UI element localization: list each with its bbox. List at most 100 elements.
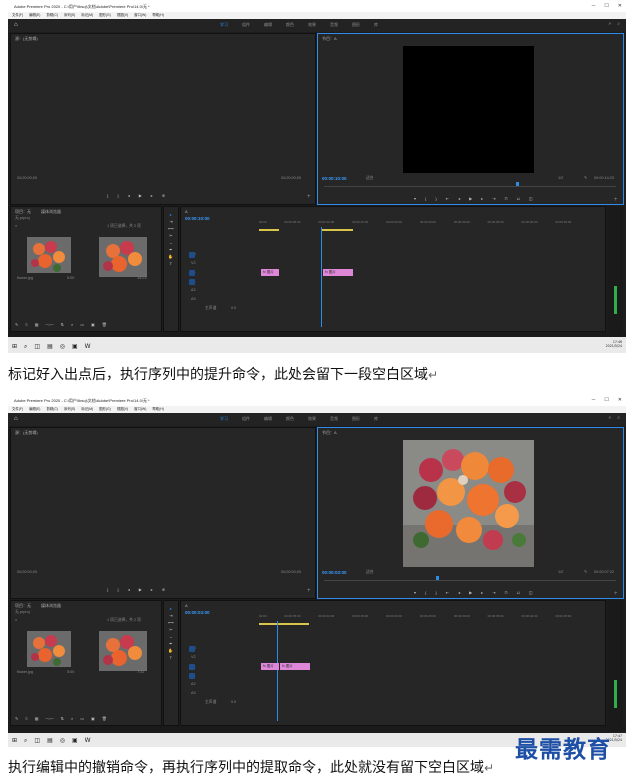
program-fit-select[interactable]: 适合 — [366, 176, 374, 181]
track-toggle[interactable] — [189, 646, 195, 652]
program-resolution-select[interactable]: 1/2 — [558, 176, 563, 181]
mark-out-icon[interactable]: } — [117, 194, 118, 198]
menu-graphics[interactable]: 图形(G) — [99, 407, 111, 411]
menu-window[interactable]: 窗口(W) — [134, 407, 146, 411]
mark-in-icon[interactable]: { — [425, 591, 426, 595]
media-browser-tab[interactable]: 媒体浏览器 — [41, 604, 61, 608]
windows-start-icon[interactable]: ⊞ — [12, 343, 17, 351]
lift-icon[interactable]: ⊓ — [505, 197, 508, 201]
maximize-icon[interactable]: ☐ — [604, 398, 608, 403]
menu-window[interactable]: 窗口(W) — [134, 13, 146, 17]
wrench-icon[interactable]: ✎ — [584, 570, 587, 575]
track-toggle[interactable] — [189, 664, 195, 670]
work-area-bar[interactable] — [321, 229, 353, 231]
search-icon[interactable]: ⌕ — [24, 343, 27, 351]
tab-libraries[interactable]: 库 — [374, 417, 378, 421]
new-item-icon[interactable]: ▣ — [91, 717, 95, 721]
timeline-sequence-tab[interactable]: A — [185, 604, 188, 608]
marker-icon[interactable]: ▾ — [414, 197, 416, 201]
home-icon[interactable]: ⌂ — [14, 22, 18, 28]
track-toggle[interactable] — [189, 252, 195, 258]
windows-start-icon[interactable]: ⊞ — [12, 737, 17, 745]
razor-icon[interactable]: ✂ — [169, 234, 172, 238]
menu-sequence[interactable]: 序列(S) — [64, 13, 75, 17]
program-resolution-select[interactable]: 1/2 — [558, 570, 563, 575]
master-volume[interactable]: 0.0 — [231, 700, 236, 705]
mark-out-icon[interactable]: } — [435, 197, 436, 201]
extract-icon[interactable]: ⊔ — [517, 197, 520, 201]
go-in-icon[interactable]: ⇤ — [446, 591, 449, 595]
menu-sequence[interactable]: 序列(S) — [64, 407, 75, 411]
selection-tool-icon[interactable]: ▸ — [170, 607, 172, 611]
search-icon[interactable]: ⌕ — [15, 224, 17, 229]
new-bin-icon[interactable]: ▭ — [80, 323, 84, 327]
add-button-icon[interactable]: + — [307, 588, 311, 594]
program-timecode[interactable]: 00:00:10:00 — [322, 176, 347, 182]
play-icon[interactable]: ▶ — [469, 197, 472, 201]
track-toggle[interactable] — [189, 270, 195, 276]
bin-thumb-sequence[interactable] — [99, 237, 147, 277]
list-view-icon[interactable]: ≡ — [25, 323, 27, 327]
home-icon[interactable]: ⌂ — [14, 416, 18, 422]
playhead[interactable] — [321, 227, 322, 327]
wrench-icon[interactable]: ✎ — [584, 176, 587, 181]
task-view-icon[interactable]: ◫ — [34, 737, 40, 745]
pen-icon[interactable]: ✒ — [169, 248, 172, 252]
timeline-sequence-tab[interactable]: A — [185, 210, 188, 214]
insert-icon[interactable]: ⊕ — [162, 194, 165, 198]
tab-editing[interactable]: 编辑 — [264, 417, 272, 421]
zoom-slider[interactable]: ─○─ — [45, 717, 53, 721]
tab-learn[interactable]: 学习 — [220, 417, 228, 421]
timeline-clip[interactable]: fx 图片 — [261, 269, 279, 276]
work-area-bar[interactable] — [259, 229, 279, 231]
bin-thumb-flower[interactable] — [27, 631, 71, 667]
go-in-icon[interactable]: ⇤ — [446, 197, 449, 201]
insert-icon[interactable]: ⊕ — [162, 588, 165, 592]
add-button-icon[interactable]: + — [614, 591, 618, 597]
step-forward-icon[interactable]: ▸ — [481, 591, 483, 595]
tab-audio[interactable]: 音频 — [330, 417, 338, 421]
export-frame-icon[interactable]: ◫ — [529, 197, 533, 201]
track-select-icon[interactable]: ⇥ — [169, 220, 172, 224]
icon-view-icon[interactable]: ▦ — [35, 323, 39, 327]
program-scrubber[interactable] — [324, 186, 616, 187]
play-icon[interactable]: ▶ — [469, 591, 472, 595]
menu-clip[interactable]: 剪辑(C) — [46, 407, 58, 411]
mark-in-icon[interactable]: { — [425, 197, 426, 201]
menu-view[interactable]: 视图(V) — [117, 13, 128, 17]
mark-in-icon[interactable]: { — [107, 588, 108, 592]
find-icon[interactable]: ⌕ — [71, 323, 73, 327]
menu-clip[interactable]: 剪辑(C) — [46, 13, 58, 17]
add-button-icon[interactable]: + — [307, 194, 311, 200]
search-icon[interactable]: ⌕ — [24, 737, 27, 745]
step-back-icon[interactable]: ◂ — [458, 591, 460, 595]
tab-assembly[interactable]: 组件 — [242, 417, 250, 421]
program-fit-select[interactable]: 适合 — [366, 570, 374, 575]
menu-help[interactable]: 帮助(H) — [152, 13, 164, 17]
menu-view[interactable]: 视图(V) — [117, 407, 128, 411]
list-view-icon[interactable]: ≡ — [25, 717, 27, 721]
find-icon[interactable]: ⌕ — [71, 717, 73, 721]
folder-icon[interactable]: ▤ — [47, 343, 53, 351]
tab-learn[interactable]: 学习 — [220, 23, 228, 27]
workspace-menu-icon[interactable]: » — [608, 416, 611, 421]
work-area-bar[interactable] — [259, 623, 309, 625]
slip-icon[interactable]: ↔ — [169, 241, 173, 245]
pencil-icon[interactable]: ✎ — [15, 323, 18, 327]
menu-graphics[interactable]: 图形(G) — [99, 13, 111, 17]
extract-icon[interactable]: ⊔ — [517, 591, 520, 595]
step-back-icon[interactable]: ◂ — [128, 194, 130, 198]
menu-file[interactable]: 文件(F) — [12, 13, 23, 17]
mark-in-icon[interactable]: { — [107, 194, 108, 198]
new-item-icon[interactable]: ▣ — [91, 323, 95, 327]
tab-assembly[interactable]: 组件 — [242, 23, 250, 27]
tab-effects[interactable]: 效果 — [308, 23, 316, 27]
timeline-clip[interactable]: fx 图片 — [280, 663, 310, 670]
pen-icon[interactable]: ✒ — [169, 642, 172, 646]
tab-color[interactable]: 颜色 — [286, 23, 294, 27]
task-view-icon[interactable]: ◫ — [34, 343, 40, 351]
type-icon[interactable]: T — [170, 262, 172, 266]
trash-icon[interactable]: 🗑 — [102, 717, 107, 721]
search-icon[interactable]: ⌕ — [15, 618, 17, 623]
ripple-edit-icon[interactable]: ⟷ — [168, 621, 174, 625]
